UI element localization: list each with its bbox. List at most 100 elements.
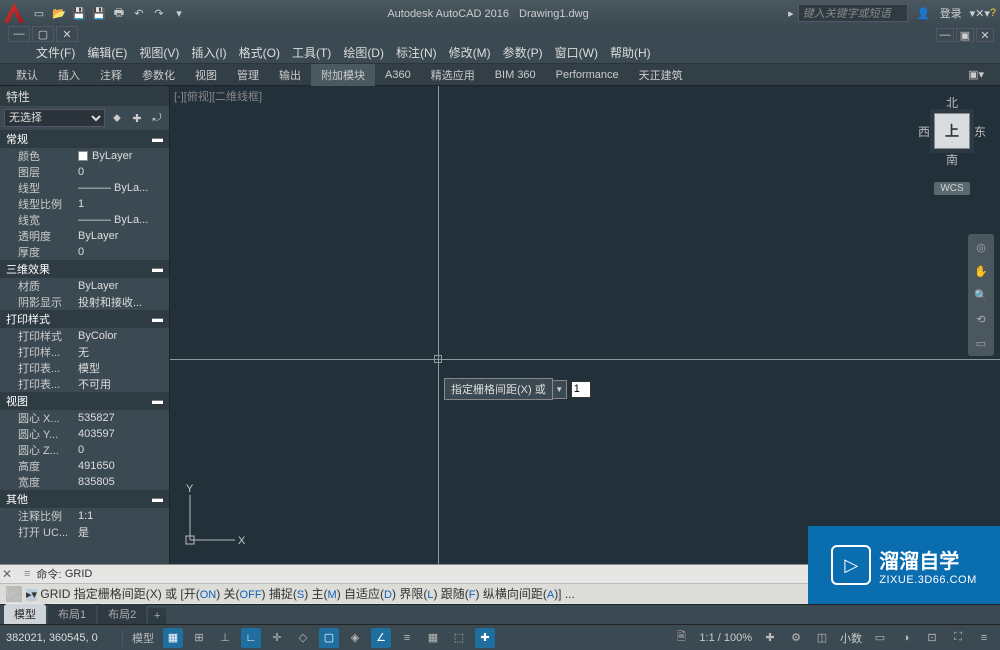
- status-coordinates[interactable]: 382021, 360545, 0: [6, 632, 116, 644]
- status-cleanscreen-icon[interactable]: ⛶: [948, 628, 968, 648]
- mdi-restore-button[interactable]: ▣: [956, 28, 974, 42]
- prop-row[interactable]: 圆心 Y...403597: [0, 426, 169, 442]
- status-annovis-icon[interactable]: ✚: [760, 628, 780, 648]
- ribbon-tab-a360[interactable]: A360: [375, 66, 421, 84]
- prop-row[interactable]: 注释比例1:1: [0, 508, 169, 524]
- nav-orbit-icon[interactable]: ⟲: [972, 310, 990, 328]
- status-otrack-icon[interactable]: ∠: [371, 628, 391, 648]
- minimize-button[interactable]: —: [8, 26, 30, 42]
- qat-plot-icon[interactable]: 🖶: [110, 4, 128, 22]
- ribbon-tab-performance[interactable]: Performance: [546, 66, 629, 84]
- prop-row[interactable]: 线型比例1: [0, 196, 169, 212]
- prop-row[interactable]: 打印表...不可用: [0, 376, 169, 392]
- viewcube-north[interactable]: 北: [918, 94, 986, 111]
- infocenter-signin-icon[interactable]: 👤: [916, 5, 932, 21]
- status-polar-icon[interactable]: ✛: [267, 628, 287, 648]
- prop-row[interactable]: 材质ByLayer: [0, 278, 169, 294]
- menu-view[interactable]: 视图(V): [139, 44, 179, 61]
- prop-group-header[interactable]: 打印样式▬: [0, 310, 169, 328]
- prop-group-header[interactable]: 其他▬: [0, 490, 169, 508]
- prop-row[interactable]: 透明度ByLayer: [0, 228, 169, 244]
- status-annoscale-icon[interactable]: 🗎: [671, 628, 691, 648]
- prop-row[interactable]: 图层0: [0, 164, 169, 180]
- menu-parametric[interactable]: 参数(P): [503, 44, 543, 61]
- ribbon-tab-bim360[interactable]: BIM 360: [485, 66, 546, 84]
- qat-new-icon[interactable]: ▭: [30, 4, 48, 22]
- viewcube-top-face[interactable]: 上: [934, 113, 970, 149]
- ribbon-tab-default[interactable]: 默认: [6, 64, 48, 86]
- pickadd-icon[interactable]: ⤾: [149, 110, 165, 126]
- viewcube-south[interactable]: 南: [918, 151, 986, 168]
- ribbon-tab-output[interactable]: 输出: [269, 64, 311, 86]
- prop-row[interactable]: 线型——— ByLa...: [0, 180, 169, 196]
- prop-row[interactable]: 圆心 X...535827: [0, 410, 169, 426]
- help-search-input[interactable]: 键入关键字或短语: [798, 4, 908, 22]
- prop-group-header[interactable]: 视图▬: [0, 392, 169, 410]
- nav-zoom-icon[interactable]: 🔍: [972, 286, 990, 304]
- cmdline-close-icon[interactable]: ✕: [2, 567, 12, 581]
- qat-redo-icon[interactable]: ↷: [150, 4, 168, 22]
- menu-draw[interactable]: 绘图(D): [343, 44, 384, 61]
- menu-edit[interactable]: 编辑(E): [87, 44, 127, 61]
- prop-row[interactable]: 阴影显示投射和接收...: [0, 294, 169, 310]
- cmdline-handle-icon[interactable]: ≡: [24, 568, 30, 580]
- dynamic-input-options-icon[interactable]: ▼: [553, 380, 567, 399]
- status-isolate-icon[interactable]: ◑: [896, 628, 916, 648]
- viewcube-wcs-label[interactable]: WCS: [934, 182, 969, 195]
- prop-row[interactable]: 高度491650: [0, 458, 169, 474]
- prop-group-header[interactable]: 三维效果▬: [0, 260, 169, 278]
- viewcube-east[interactable]: 东: [974, 123, 986, 140]
- layout-tab-add-button[interactable]: +: [148, 608, 166, 624]
- prop-row[interactable]: 打印样式ByColor: [0, 328, 169, 344]
- prop-row[interactable]: 打开 UC...是: [0, 524, 169, 540]
- close-button[interactable]: ✕: [56, 26, 78, 42]
- quickselect-icon[interactable]: ⬥: [109, 110, 125, 126]
- ribbon-tab-annotate[interactable]: 注释: [90, 64, 132, 86]
- ribbon-tab-manage[interactable]: 管理: [227, 64, 269, 86]
- menu-window[interactable]: 窗口(W): [555, 44, 598, 61]
- layout-tab-model[interactable]: 模型: [4, 604, 46, 624]
- status-3dosnap-icon[interactable]: ◈: [345, 628, 365, 648]
- nav-pan-icon[interactable]: ✋: [972, 262, 990, 280]
- qat-saveas-icon[interactable]: 💾: [90, 4, 108, 22]
- status-transparency-icon[interactable]: ▦: [423, 628, 443, 648]
- status-dynamic-input-icon[interactable]: ✚: [475, 628, 495, 648]
- prop-row[interactable]: 线宽——— ByLa...: [0, 212, 169, 228]
- qat-undo-icon[interactable]: ↶: [130, 4, 148, 22]
- prop-row[interactable]: 厚度0: [0, 244, 169, 260]
- selectobjects-icon[interactable]: ✚: [129, 110, 145, 126]
- help-icon[interactable]: ?: [990, 7, 996, 19]
- prop-row[interactable]: 圆心 Z...0: [0, 442, 169, 458]
- ribbon-tab-insert[interactable]: 插入: [48, 64, 90, 86]
- qat-dropdown-icon[interactable]: ▾: [170, 4, 188, 22]
- nav-wheel-icon[interactable]: ◎: [972, 238, 990, 256]
- menu-file[interactable]: 文件(F): [36, 44, 75, 61]
- menu-help[interactable]: 帮助(H): [610, 44, 651, 61]
- status-customize-icon[interactable]: ≡: [974, 628, 994, 648]
- status-gear-icon[interactable]: ⚙: [786, 628, 806, 648]
- status-ortho-icon[interactable]: ∟: [241, 628, 261, 648]
- ribbon-tab-parametric[interactable]: 参数化: [132, 64, 185, 86]
- layout-tab-layout1[interactable]: 布局1: [48, 604, 96, 624]
- menu-modify[interactable]: 修改(M): [449, 44, 491, 61]
- mdi-close-button[interactable]: ✕: [976, 28, 994, 42]
- status-snap-icon[interactable]: ⊞: [189, 628, 209, 648]
- status-scale-text[interactable]: 1:1 / 100%: [697, 632, 754, 644]
- status-infer-icon[interactable]: ⊥: [215, 628, 235, 648]
- status-osnap-icon[interactable]: ▢: [319, 628, 339, 648]
- status-lineweight-icon[interactable]: ≡: [397, 628, 417, 648]
- qat-open-icon[interactable]: 📂: [50, 4, 68, 22]
- prop-row[interactable]: 打印样...无: [0, 344, 169, 360]
- viewcube-west[interactable]: 西: [918, 123, 930, 140]
- viewport-label[interactable]: [-][俯视][二维线框]: [174, 88, 262, 104]
- command-prompt-icon[interactable]: ▷_: [6, 586, 22, 602]
- ribbon-expand-icon[interactable]: ▣▾: [958, 65, 994, 84]
- status-units-icon[interactable]: ◫: [812, 628, 832, 648]
- ribbon-tab-view[interactable]: 视图: [185, 64, 227, 86]
- app-logo-icon[interactable]: [4, 3, 24, 23]
- menu-insert[interactable]: 插入(I): [191, 44, 226, 61]
- selection-dropdown[interactable]: 无选择: [4, 109, 105, 127]
- status-grid-icon[interactable]: ▦: [163, 628, 183, 648]
- exchange-icon[interactable]: ✕: [975, 7, 984, 20]
- menu-dimension[interactable]: 标注(N): [396, 44, 437, 61]
